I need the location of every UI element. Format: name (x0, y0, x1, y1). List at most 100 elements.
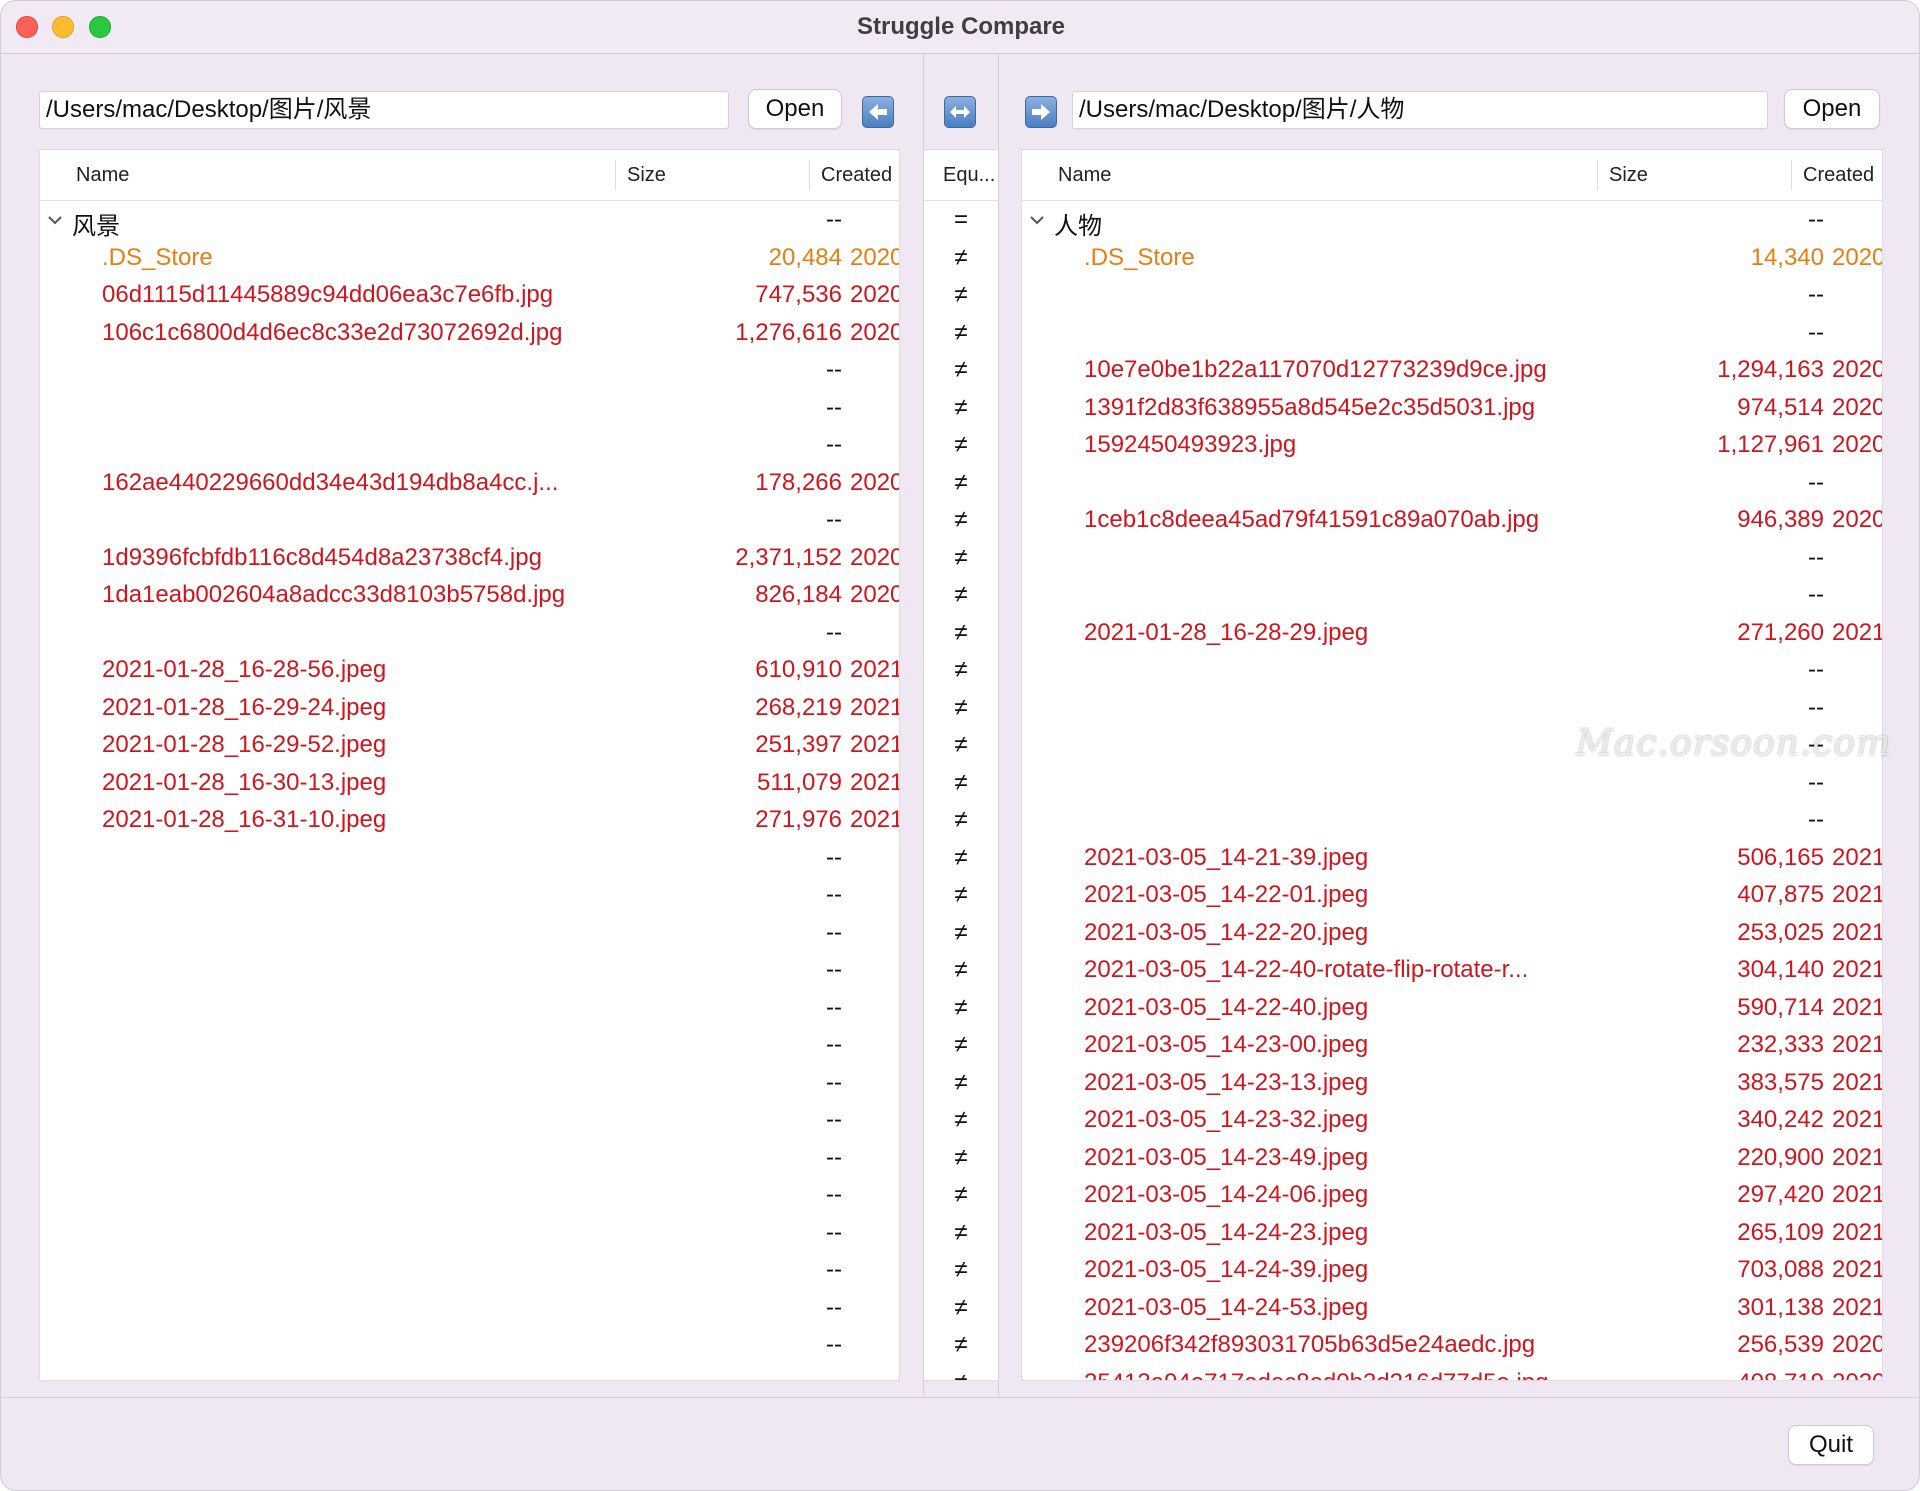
right-file-created: 2021-03 (1832, 1031, 1882, 1058)
left-file-row[interactable]: -- (40, 427, 899, 465)
equality-row: ≠ (924, 502, 998, 540)
left-file-size: -- (826, 881, 842, 908)
right-file-row[interactable]: 2021-03-05_14-21-39.jpeg 506,165 2021-03 (1022, 840, 1882, 878)
left-file-row[interactable]: .DS_Store 20,484 2020-1 (40, 240, 899, 278)
right-column-created[interactable]: Created (1803, 164, 1874, 187)
not-equal-symbol: ≠ (954, 356, 968, 383)
left-file-row[interactable]: -- (40, 877, 899, 915)
left-file-row[interactable]: -- (40, 615, 899, 653)
right-file-row[interactable]: 25413a94e717edec8ed0b3d216d77d5e.jpg 408,… (1022, 1365, 1882, 1381)
left-file-row[interactable]: -- (40, 502, 899, 540)
not-equal-symbol: ≠ (954, 806, 968, 833)
right-file-row[interactable]: 2021-01-28_16-28-29.jpeg 271,260 2021-01 (1022, 615, 1882, 653)
left-file-row[interactable]: -- (40, 915, 899, 953)
right-file-name: 2021-03-05_14-24-23.jpeg (1084, 1218, 1369, 1246)
left-file-row[interactable]: -- (40, 840, 899, 878)
left-file-size: -- (826, 918, 842, 946)
not-equal-symbol: ≠ (954, 843, 968, 871)
right-file-row[interactable]: 2021-03-05_14-24-06.jpeg 297,420 2021-03 (1022, 1177, 1882, 1215)
left-file-size: 1,276,616 (735, 318, 842, 346)
left-folder-row[interactable]: 风景 -- (40, 202, 899, 240)
left-file-row[interactable]: -- (40, 1177, 899, 1215)
left-file-size: 610,910 (755, 656, 842, 683)
left-path-field[interactable]: /Users/mac/Desktop/图片/风景 (39, 91, 729, 129)
right-file-row[interactable]: 2021-03-05_14-24-23.jpeg 265,109 2021-03 (1022, 1215, 1882, 1253)
right-file-row[interactable]: -- (1022, 465, 1882, 503)
right-file-row[interactable]: 2021-03-05_14-22-40.jpeg 590,714 2021-03 (1022, 990, 1882, 1028)
left-file-name: 162ae440229660dd34e43d194db8a4cc.j... (102, 468, 559, 496)
right-file-row[interactable]: -- (1022, 690, 1882, 728)
right-file-row[interactable]: 239206f342f893031705b63d5e24aedc.jpg 256,… (1022, 1327, 1882, 1365)
right-file-row[interactable]: 1391f2d83f638955a8d545e2c35d5031.jpg 974,… (1022, 390, 1882, 428)
left-file-row[interactable]: -- (40, 1140, 899, 1178)
quit-button[interactable]: Quit (1788, 1425, 1874, 1465)
right-file-row[interactable]: 1ceb1c8deea45ad79f41591c89a070ab.jpg 946,… (1022, 502, 1882, 540)
left-column-size[interactable]: Size (627, 164, 666, 187)
left-file-row[interactable]: -- (40, 1102, 899, 1140)
right-splitter[interactable] (998, 53, 999, 1397)
column-divider (809, 160, 810, 190)
left-file-row[interactable]: 2021-01-28_16-30-13.jpeg 511,079 2021-0 (40, 765, 899, 803)
sync-both-button[interactable] (944, 96, 976, 128)
left-file-row[interactable]: 06d1115d11445889c94dd06ea3c7e6fb.jpg 747,… (40, 277, 899, 315)
left-file-row[interactable]: 2021-01-28_16-29-52.jpeg 251,397 2021-0 (40, 727, 899, 765)
right-open-button[interactable]: Open (1784, 89, 1880, 129)
left-file-row[interactable]: 2021-01-28_16-31-10.jpeg 271,976 2021-0 (40, 802, 899, 840)
right-file-row[interactable]: 2021-03-05_14-24-39.jpeg 703,088 2021-03 (1022, 1252, 1882, 1290)
left-file-row[interactable]: 1da1eab002604a8adcc33d8103b5758d.jpg 826,… (40, 577, 899, 615)
right-file-name: 10e7e0be1b22a117070d12773239d9ce.jpg (1084, 356, 1547, 383)
equality-row: ≠ (924, 952, 998, 990)
column-equality[interactable]: Equ... (943, 164, 995, 187)
left-column-created[interactable]: Created (821, 164, 892, 187)
right-file-row[interactable]: 1592450493923.jpg 1,127,961 2020-11 (1022, 427, 1882, 465)
right-file-row[interactable]: 2021-03-05_14-23-49.jpeg 220,900 2021-03 (1022, 1140, 1882, 1178)
left-file-row[interactable]: -- (40, 352, 899, 390)
left-open-button[interactable]: Open (748, 89, 842, 129)
right-file-row[interactable]: 2021-03-05_14-22-01.jpeg 407,875 2021-03 (1022, 877, 1882, 915)
right-file-row[interactable]: 2021-03-05_14-23-32.jpeg 340,242 2021-03 (1022, 1102, 1882, 1140)
copy-to-right-button[interactable] (1025, 96, 1057, 128)
right-file-row[interactable]: 2021-03-05_14-23-13.jpeg 383,575 2021-03 (1022, 1065, 1882, 1103)
left-file-row[interactable]: -- (40, 1027, 899, 1065)
left-file-row[interactable]: -- (40, 1065, 899, 1103)
left-file-row[interactable]: -- (40, 1252, 899, 1290)
left-file-row[interactable]: -- (40, 1215, 899, 1253)
left-file-row[interactable]: 1d9396fcbfdb116c8d454d8a23738cf4.jpg 2,37… (40, 540, 899, 578)
right-file-row[interactable]: -- (1022, 802, 1882, 840)
left-file-row[interactable]: -- (40, 390, 899, 428)
right-file-size: 590,714 (1737, 993, 1824, 1021)
right-file-row[interactable]: 10e7e0be1b22a117070d12773239d9ce.jpg 1,29… (1022, 352, 1882, 390)
right-file-row[interactable]: 2021-03-05_14-23-00.jpeg 232,333 2021-03 (1022, 1027, 1882, 1065)
right-file-row[interactable]: -- (1022, 540, 1882, 578)
right-path-field[interactable]: /Users/mac/Desktop/图片/人物 (1072, 91, 1768, 129)
left-file-row[interactable]: 106c1c6800d4d6ec8c33e2d73072692d.jpg 1,27… (40, 315, 899, 353)
left-file-row[interactable]: -- (40, 990, 899, 1028)
left-file-row[interactable]: 2021-01-28_16-28-56.jpeg 610,910 2021-0 (40, 652, 899, 690)
right-file-row[interactable]: -- (1022, 765, 1882, 803)
left-file-row[interactable]: -- (40, 1327, 899, 1365)
right-column-name[interactable]: Name (1058, 164, 1111, 187)
right-file-row[interactable]: -- (1022, 277, 1882, 315)
right-column-size[interactable]: Size (1609, 164, 1648, 187)
right-file-size: 297,420 (1737, 1181, 1824, 1208)
chevron-down-icon[interactable] (46, 211, 64, 229)
right-file-row[interactable]: -- (1022, 315, 1882, 353)
left-file-row[interactable]: 2021-01-28_16-29-24.jpeg 268,219 2021-0 (40, 690, 899, 728)
left-file-row[interactable]: 162ae440229660dd34e43d194db8a4cc.j... 178… (40, 465, 899, 503)
right-file-row[interactable]: -- (1022, 577, 1882, 615)
left-file-row[interactable]: -- (40, 952, 899, 990)
left-column-name[interactable]: Name (76, 164, 129, 187)
right-file-row[interactable]: 2021-03-05_14-22-20.jpeg 253,025 2021-03 (1022, 915, 1882, 953)
left-file-row[interactable]: -- (40, 1290, 899, 1328)
right-file-row[interactable]: .DS_Store 14,340 2020-11 (1022, 240, 1882, 278)
right-file-row[interactable]: 2021-03-05_14-22-40-rotate-flip-rotate-r… (1022, 952, 1882, 990)
not-equal-symbol: ≠ (954, 1068, 968, 1096)
equality-row: ≠ (924, 652, 998, 690)
chevron-down-icon[interactable] (1028, 211, 1046, 229)
copy-to-left-button[interactable] (862, 96, 894, 128)
footer-divider (1, 1397, 1919, 1398)
right-file-row[interactable]: -- (1022, 652, 1882, 690)
equality-row: ≠ (924, 802, 998, 840)
right-folder-row[interactable]: 人物 -- (1022, 202, 1882, 240)
right-file-row[interactable]: 2021-03-05_14-24-53.jpeg 301,138 2021-03 (1022, 1290, 1882, 1328)
